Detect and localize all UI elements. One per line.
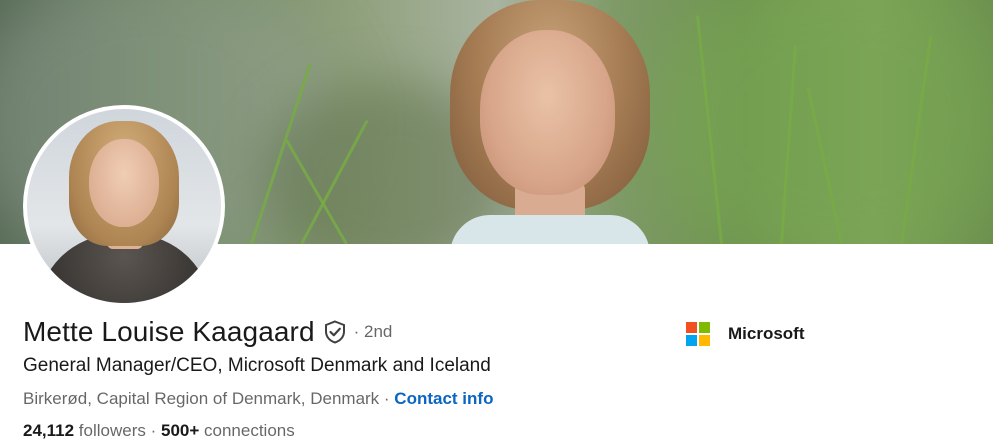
current-company[interactable]: Microsoft bbox=[686, 322, 805, 346]
shield-check-icon[interactable] bbox=[324, 320, 346, 344]
connection-degree: · 2nd bbox=[353, 322, 393, 341]
profile-name-row: Mette Louise Kaagaard · 2nd bbox=[23, 316, 392, 348]
profile-stats-row: 24,112 followers · 500+ connections bbox=[23, 421, 295, 441]
connections-label: connections bbox=[199, 421, 295, 440]
location-separator: · bbox=[379, 389, 395, 408]
logo-square-blue bbox=[686, 335, 697, 346]
microsoft-logo-icon bbox=[686, 322, 710, 346]
profile-location: Birkerød, Capital Region of Denmark, Den… bbox=[23, 389, 380, 408]
followers-link[interactable]: 24,112 followers bbox=[23, 421, 146, 440]
logo-square-yellow bbox=[699, 335, 710, 346]
followers-label: followers bbox=[74, 421, 146, 440]
logo-square-green bbox=[699, 322, 710, 333]
connections-count: 500+ bbox=[160, 421, 200, 440]
connections-link[interactable]: 500+ connections bbox=[161, 421, 295, 440]
stats-separator: · bbox=[145, 421, 161, 440]
contact-info-link[interactable]: Contact info bbox=[394, 389, 493, 408]
profile-avatar[interactable] bbox=[23, 105, 225, 307]
company-name: Microsoft bbox=[728, 324, 805, 343]
cover-photo-person bbox=[420, 0, 680, 244]
profile-name: Mette Louise Kaagaard bbox=[23, 316, 315, 347]
profile-location-row: Birkerød, Capital Region of Denmark, Den… bbox=[23, 389, 493, 409]
profile-headline: General Manager/CEO, Microsoft Denmark a… bbox=[23, 355, 491, 376]
followers-count: 24,112 bbox=[23, 421, 75, 440]
logo-square-red bbox=[686, 322, 697, 333]
